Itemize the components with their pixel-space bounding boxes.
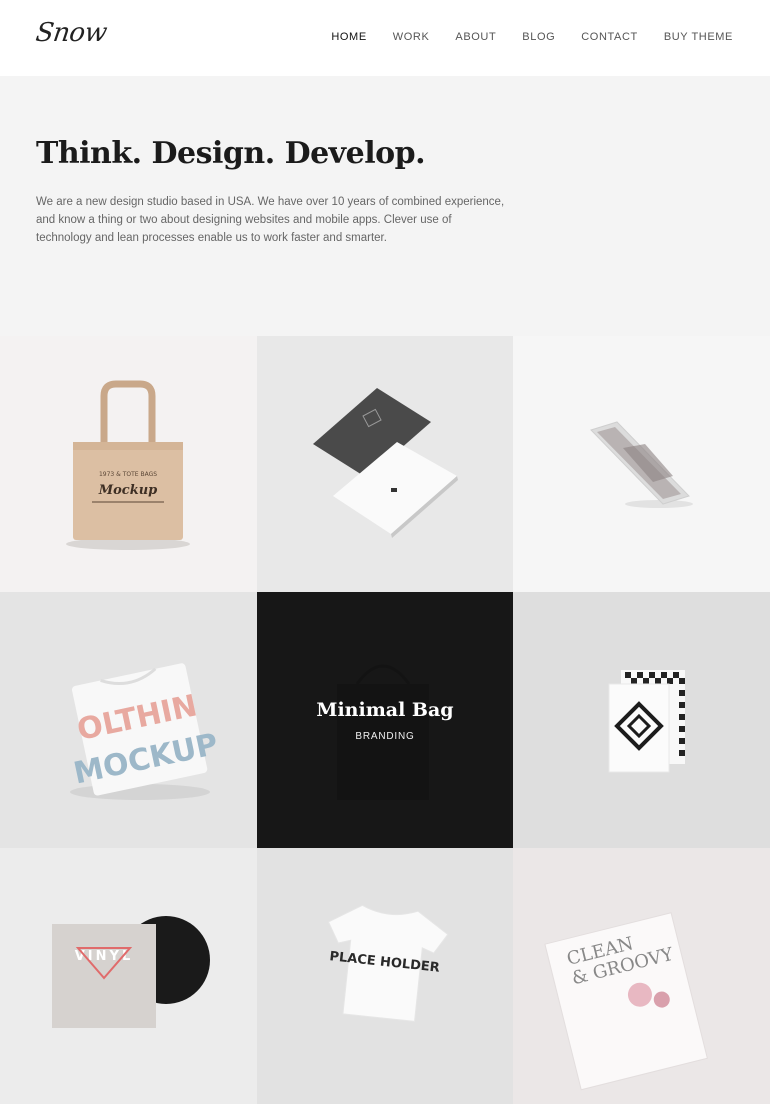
hero-description: We are a new design studio based in USA.… (36, 196, 505, 245)
portfolio-item-tshirt-placeholder[interactable]: PLACE HOLDER (257, 848, 513, 1104)
nav-about[interactable]: ABOUT (455, 31, 496, 43)
portfolio-item-category: BRANDING (355, 730, 415, 742)
portfolio-item-title[interactable]: Minimal Bag (316, 699, 453, 721)
nav-contact[interactable]: CONTACT (581, 31, 638, 43)
tote-mockup-text: 1973 & TOTE BAGS (99, 471, 157, 478)
hero-section: Think. Design. Develop. We are a new des… (36, 136, 506, 248)
nav-buy-theme[interactable]: BUY THEME (664, 31, 733, 43)
site-header: Snow HOME WORK ABOUT BLOG CONTACT BUY TH… (0, 0, 770, 76)
vinyl-label-text: VINYL (75, 949, 133, 964)
portfolio-item-phone[interactable] (513, 336, 770, 592)
magazine-image: CLEAN & GROOVY (544, 912, 708, 1091)
nav-home[interactable]: HOME (331, 31, 366, 43)
portfolio-item-stationery[interactable] (513, 592, 770, 848)
nav-blog[interactable]: BLOG (522, 31, 555, 43)
tshirt-mockup-image: OLTHIN MOCKUP (70, 663, 221, 800)
portfolio-item-magazine[interactable]: CLEAN & GROOVY (513, 848, 770, 1104)
portfolio-item-minimal-bag[interactable]: Minimal Bag BRANDING (257, 592, 513, 848)
tote-bag-mockup-image: 1973 & TOTE BAGS Mockup (66, 380, 190, 550)
vinyl-image: VINYL (52, 916, 210, 1028)
nav-work[interactable]: WORK (393, 31, 430, 43)
tote-mockup-title: Mockup (98, 483, 158, 498)
tshirt-placeholder-image: PLACE HOLDER (327, 904, 449, 1022)
hero-title: Think. Design. Develop. (36, 136, 426, 171)
portfolio-item-business-cards[interactable] (257, 336, 513, 592)
portfolio-grid: 1973 & TOTE BAGS Mockup OLTHIN MOCKUP Mi… (0, 336, 770, 1104)
portfolio-item-vinyl[interactable]: VINYL (0, 848, 257, 1104)
site-logo[interactable]: Snow (34, 18, 109, 48)
portfolio-item-tshirt[interactable]: OLTHIN MOCKUP (0, 592, 257, 848)
portfolio-hover-overlay: Minimal Bag BRANDING (257, 592, 513, 848)
stationery-image (608, 670, 685, 773)
main-nav: HOME WORK ABOUT BLOG CONTACT BUY THEME (331, 31, 733, 43)
business-cards-image (313, 388, 458, 538)
phone-mockup-image (590, 421, 693, 508)
portfolio-item-tote-bag[interactable]: 1973 & TOTE BAGS Mockup (0, 336, 257, 592)
